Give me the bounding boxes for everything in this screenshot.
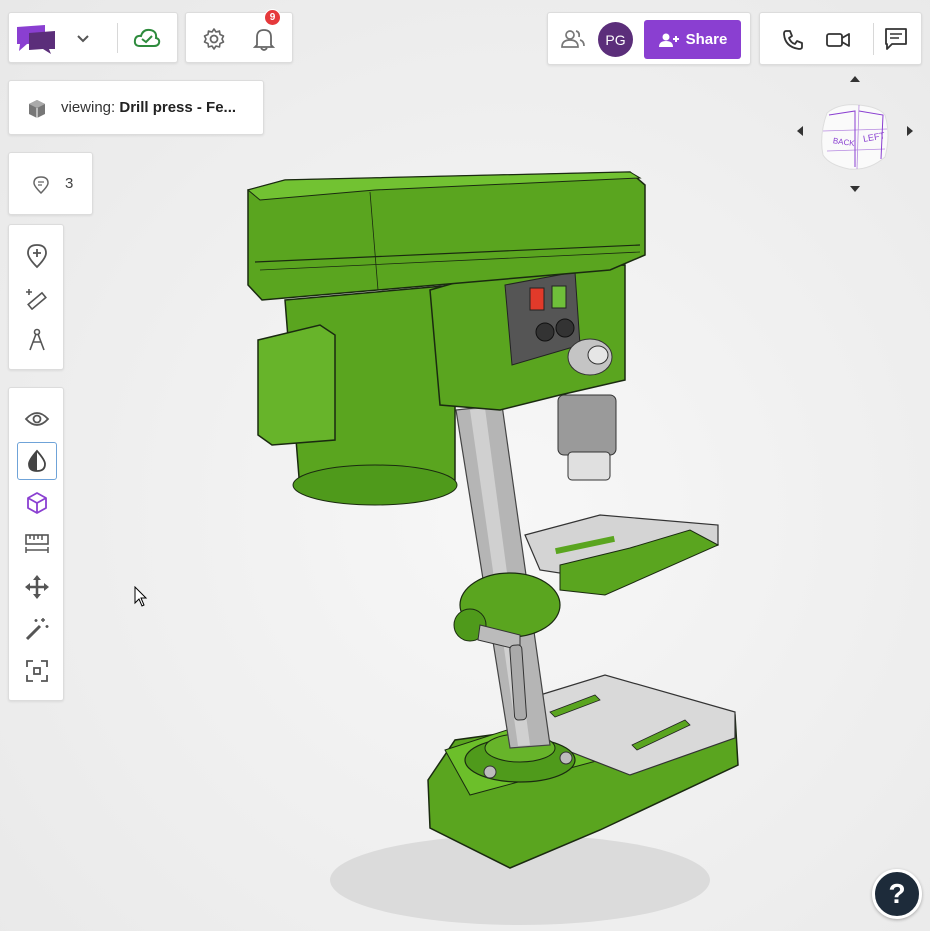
viewing-label: viewing: Drill press - Fe... — [61, 99, 236, 116]
cube-icon[interactable] — [17, 484, 57, 522]
cloud-saved-icon[interactable] — [131, 23, 163, 53]
divider — [117, 23, 118, 53]
phone-icon[interactable] — [780, 27, 806, 53]
add-pin-icon[interactable] — [17, 237, 57, 275]
help-button[interactable]: ? — [872, 869, 922, 919]
arrow-up-icon[interactable] — [849, 75, 861, 83]
view-cube-faces[interactable]: BACK LEFT — [817, 101, 893, 173]
view-toolbar — [8, 387, 64, 701]
ruler-icon[interactable] — [17, 526, 57, 564]
divider — [873, 23, 874, 55]
viewing-panel[interactable]: viewing: Drill press - Fe... — [8, 80, 264, 135]
3d-viewport[interactable] — [0, 0, 930, 931]
notification-count-badge: 9 — [264, 9, 281, 26]
pins-panel[interactable]: 3 — [8, 152, 93, 215]
collaboration-panel: PG Share — [547, 12, 751, 65]
add-user-icon — [658, 33, 679, 47]
model-name: Drill press - Fe... — [119, 99, 237, 116]
users-icon[interactable] — [560, 27, 586, 51]
chat-icon[interactable] — [882, 26, 910, 52]
gear-icon[interactable] — [200, 25, 228, 53]
measure-add-icon[interactable] — [17, 279, 57, 317]
pin-icon — [33, 176, 49, 194]
pins-count: 3 — [65, 175, 74, 192]
app-menu-panel — [8, 12, 178, 63]
focus-icon[interactable] — [17, 652, 57, 690]
compass-icon[interactable] — [17, 321, 57, 359]
share-button[interactable]: Share — [644, 20, 741, 59]
arrow-left-icon[interactable] — [796, 125, 804, 137]
viewing-prefix: viewing: — [61, 99, 120, 116]
arrow-right-icon[interactable] — [906, 125, 914, 137]
communication-panel — [759, 12, 922, 65]
magic-wand-icon[interactable] — [17, 610, 57, 648]
annotation-toolbar — [8, 224, 64, 370]
video-camera-icon[interactable] — [824, 27, 852, 53]
app-logo-icon[interactable] — [13, 21, 59, 57]
bell-icon[interactable] — [250, 25, 278, 53]
model-cube-icon — [27, 99, 47, 119]
move-icon[interactable] — [17, 568, 57, 606]
chevron-down-icon[interactable] — [69, 25, 97, 53]
drill-press-model[interactable] — [0, 0, 930, 931]
contrast-icon[interactable] — [17, 442, 57, 480]
view-cube[interactable]: BACK LEFT — [795, 75, 920, 195]
arrow-down-icon[interactable] — [849, 185, 861, 193]
mouse-cursor-icon — [134, 586, 148, 607]
share-button-label: Share — [685, 31, 728, 48]
avatar[interactable]: PG — [598, 22, 633, 57]
eye-icon[interactable] — [17, 400, 57, 438]
